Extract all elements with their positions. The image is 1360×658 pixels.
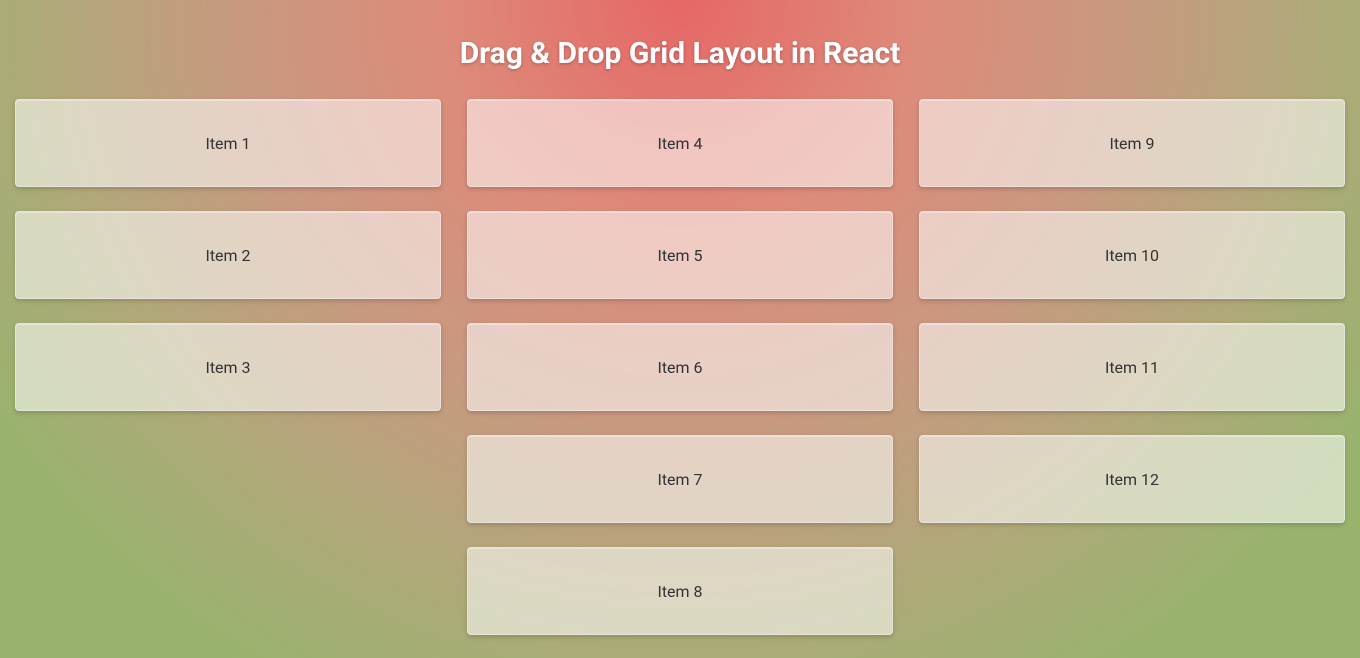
- grid-item-label: Item 10: [1105, 246, 1159, 265]
- grid-column-2[interactable]: Item 4 Item 5 Item 6 Item 7 Item 8: [467, 99, 893, 635]
- grid-column-3[interactable]: Item 9 Item 10 Item 11 Item 12: [919, 99, 1345, 635]
- grid-item[interactable]: Item 1: [15, 99, 441, 187]
- grid-item-label: Item 6: [657, 358, 702, 377]
- grid-item[interactable]: Item 3: [15, 323, 441, 411]
- grid-item[interactable]: Item 5: [467, 211, 893, 299]
- grid-item[interactable]: Item 4: [467, 99, 893, 187]
- grid-item[interactable]: Item 12: [919, 435, 1345, 523]
- grid-item-label: Item 2: [205, 246, 250, 265]
- grid-item[interactable]: Item 8: [467, 547, 893, 635]
- grid-item-label: Item 8: [657, 582, 702, 601]
- page-title: Drag & Drop Grid Layout in React: [0, 0, 1360, 99]
- grid-item-label: Item 1: [205, 134, 250, 153]
- grid-item-label: Item 3: [205, 358, 250, 377]
- grid-item-label: Item 7: [657, 470, 702, 489]
- grid-item-label: Item 9: [1109, 134, 1154, 153]
- grid-item[interactable]: Item 11: [919, 323, 1345, 411]
- grid-item-label: Item 12: [1105, 470, 1159, 489]
- grid-item[interactable]: Item 6: [467, 323, 893, 411]
- grid-item[interactable]: Item 2: [15, 211, 441, 299]
- grid-layout: Item 1 Item 2 Item 3 Item 4 Item 5 Item …: [0, 99, 1360, 635]
- grid-column-1[interactable]: Item 1 Item 2 Item 3: [15, 99, 441, 635]
- grid-item[interactable]: Item 10: [919, 211, 1345, 299]
- grid-item-label: Item 11: [1105, 358, 1159, 377]
- grid-item-label: Item 5: [657, 246, 702, 265]
- grid-item[interactable]: Item 9: [919, 99, 1345, 187]
- grid-item[interactable]: Item 7: [467, 435, 893, 523]
- grid-item-label: Item 4: [657, 134, 702, 153]
